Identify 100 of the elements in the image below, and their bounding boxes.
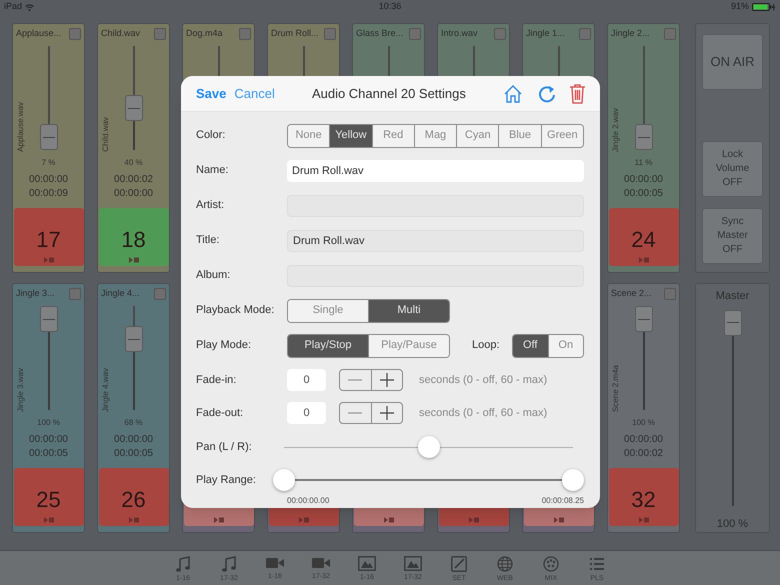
play-stop-icon	[468, 517, 478, 523]
mode-option[interactable]: Single	[288, 300, 368, 322]
fader-thumb[interactable]	[40, 124, 58, 150]
minus-icon[interactable]	[348, 412, 362, 414]
control-button[interactable]: Sync Master OFF	[702, 208, 763, 264]
play-stop-icon	[214, 517, 224, 523]
channel-checkbox[interactable]	[154, 288, 166, 300]
slider-thumb[interactable]	[273, 469, 296, 491]
cue-pad[interactable]: 24	[608, 208, 678, 266]
connector-icon	[543, 556, 559, 572]
fader-thumb[interactable]	[634, 124, 652, 150]
slider-thumb[interactable]	[418, 436, 440, 458]
remaining-time: 00:00:02	[624, 447, 663, 461]
play-stop-icon	[44, 257, 54, 263]
loop-option[interactable]: Off	[513, 334, 548, 356]
color-option[interactable]: Blue	[498, 124, 541, 146]
channel-checkbox[interactable]	[579, 28, 591, 40]
text-field[interactable]: Drum Roll.wav	[287, 160, 584, 182]
channel-checkbox[interactable]	[409, 28, 421, 40]
loop-option[interactable]: On	[548, 334, 583, 356]
cancel-button[interactable]: Cancel	[234, 84, 275, 104]
cue-pad[interactable]: 32	[608, 468, 678, 526]
elapsed-time: 00:00:02	[114, 173, 153, 187]
field-label: Artist:	[196, 198, 226, 214]
field-label: Play Mode:	[196, 338, 252, 354]
cue-pad[interactable]: 26	[98, 468, 168, 526]
home-icon[interactable]	[503, 84, 523, 104]
volume-percent: 100 %	[716, 516, 748, 532]
picture-icon	[404, 556, 422, 571]
control-button[interactable]: ON AIR	[702, 34, 763, 90]
channel-name: Intro.wav	[441, 27, 479, 40]
fader-track[interactable]	[38, 46, 58, 150]
volume-percent: 11 %	[634, 157, 652, 169]
color-option[interactable]: None	[288, 124, 330, 146]
play-stop-icon	[128, 517, 138, 523]
volume-percent: 100 %	[37, 417, 60, 429]
channel-checkbox[interactable]	[664, 28, 676, 40]
play-stop-icon	[638, 517, 648, 523]
field-label: Fade-in:	[196, 372, 238, 388]
clock-time: 10:36	[378, 0, 402, 14]
plus-icon[interactable]	[380, 373, 394, 387]
battery-percent: 91%	[730, 0, 749, 14]
slider-thumb[interactable]	[562, 469, 584, 491]
fader-track[interactable]	[634, 46, 654, 150]
fader-track[interactable]	[38, 306, 58, 410]
fader-track[interactable]	[124, 46, 144, 150]
remaining-time: 00:00:00	[114, 187, 153, 201]
cue-pad[interactable]: 17	[14, 208, 84, 266]
dialog-title: Audio Channel 20 Settings	[310, 84, 467, 103]
channel-name: Applause...	[16, 27, 62, 40]
channel-checkbox[interactable]	[324, 28, 336, 40]
number-field[interactable]: 0	[287, 369, 326, 391]
field-label: Pan (L / R):	[196, 440, 253, 455]
elapsed-time: 00:00:00	[29, 173, 68, 187]
fader-track[interactable]	[722, 310, 742, 506]
range-slider[interactable]	[273, 468, 584, 492]
channel-checkbox[interactable]	[69, 28, 81, 40]
fader-thumb[interactable]	[124, 326, 142, 352]
channel-checkbox[interactable]	[154, 28, 166, 40]
elapsed-time: 00:00:00	[114, 433, 153, 447]
cue-pad[interactable]: 18	[98, 208, 168, 266]
volume-percent: 40 %	[124, 157, 143, 169]
minus-icon[interactable]	[348, 379, 362, 381]
cue-pad[interactable]: 25	[14, 468, 84, 526]
play-stop-icon	[298, 517, 308, 523]
channel-checkbox[interactable]	[239, 28, 251, 40]
channel-name: Child.wav	[101, 27, 142, 40]
play-stop-icon	[638, 257, 648, 263]
elapsed-time: 00:00:00	[624, 433, 663, 447]
fader-track[interactable]	[634, 306, 654, 410]
field-label: Name:	[196, 163, 230, 178]
file-label: Child.wav	[100, 117, 111, 152]
mode-option[interactable]: Multi	[368, 300, 449, 322]
mode-option[interactable]: Play/Stop	[288, 334, 368, 356]
mode-option[interactable]: Play/Pause	[368, 334, 449, 356]
fader-thumb[interactable]	[124, 95, 142, 122]
plus-icon[interactable]	[380, 406, 394, 420]
volume-percent: 7 %	[42, 157, 56, 169]
picture-icon	[358, 556, 376, 571]
fader-thumb[interactable]	[40, 306, 58, 332]
refresh-icon[interactable]	[538, 84, 556, 104]
channel-checkbox[interactable]	[69, 288, 81, 300]
fader-thumb[interactable]	[724, 310, 742, 336]
fader-thumb[interactable]	[634, 306, 652, 332]
elapsed-time: 00:00:00	[29, 433, 68, 447]
color-option[interactable]: Cyan	[456, 124, 498, 146]
fader-track[interactable]	[124, 306, 144, 410]
save-button[interactable]: Save	[196, 84, 226, 104]
color-option[interactable]: Mag	[414, 124, 456, 146]
color-option[interactable]: Red	[372, 124, 414, 146]
channel-checkbox[interactable]	[664, 288, 676, 300]
channel-name: Dog.m4a	[186, 27, 224, 40]
remaining-time: 00:00:05	[114, 447, 153, 461]
trash-icon[interactable]	[569, 83, 586, 104]
color-option[interactable]: Green	[540, 124, 583, 146]
color-option[interactable]: Yellow	[329, 124, 372, 146]
control-button[interactable]: Lock Volume OFF	[702, 141, 763, 197]
channel-checkbox[interactable]	[494, 28, 506, 40]
number-field[interactable]: 0	[287, 402, 326, 424]
text-field[interactable]: Drum Roll.wav	[287, 230, 584, 252]
